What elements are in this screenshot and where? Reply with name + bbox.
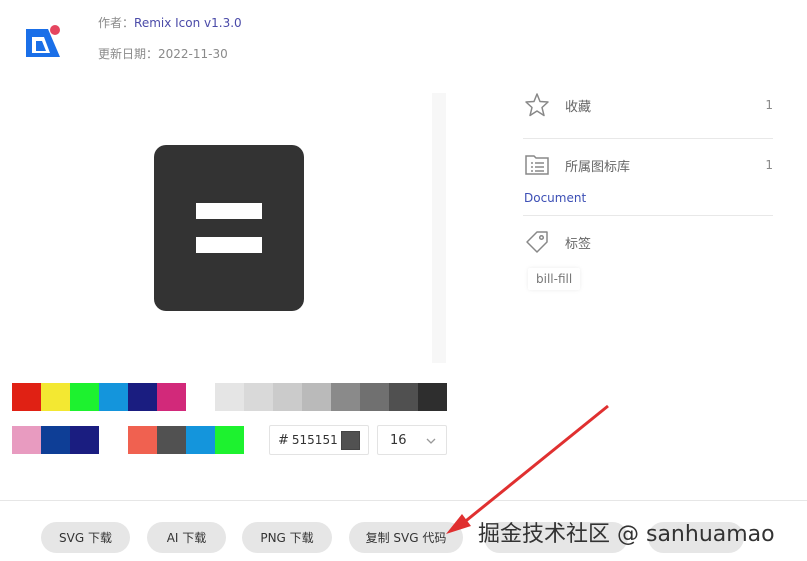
- color-swatch[interactable]: [128, 383, 157, 411]
- color-swatch[interactable]: [389, 383, 418, 411]
- color-swatch[interactable]: [157, 383, 186, 411]
- sidebar-divider: [523, 138, 773, 139]
- author-label: 作者：: [98, 16, 135, 30]
- copy-svg-code-button[interactable]: 复制 SVG 代码: [349, 522, 463, 553]
- favorite-count: 1: [765, 98, 773, 112]
- color-swatch[interactable]: [41, 383, 70, 411]
- color-swatch[interactable]: [99, 383, 128, 411]
- color-swatch[interactable]: [215, 426, 244, 454]
- library-link-document[interactable]: Document: [524, 191, 586, 205]
- color-swatch[interactable]: [186, 383, 215, 411]
- color-swatch[interactable]: [331, 383, 360, 411]
- color-swatch[interactable]: [12, 383, 41, 411]
- color-swatch[interactable]: [273, 383, 302, 411]
- color-swatch[interactable]: [70, 383, 99, 411]
- color-swatch[interactable]: [99, 426, 128, 454]
- color-swatch[interactable]: [302, 383, 331, 411]
- color-palette-row-1: [12, 383, 447, 411]
- png-download-button[interactable]: PNG 下载: [242, 522, 332, 553]
- color-swatch[interactable]: [244, 383, 273, 411]
- tag-chip-bill-fill[interactable]: bill-fill: [528, 268, 581, 290]
- author-link[interactable]: Remix Icon v1.3.0: [134, 16, 242, 30]
- sidebar-divider: [523, 215, 773, 216]
- color-swatch[interactable]: [418, 383, 447, 411]
- library-label: 所属图标库: [565, 159, 631, 175]
- color-swatch[interactable]: [12, 426, 41, 454]
- svg-download-button[interactable]: SVG 下载: [41, 522, 130, 553]
- watermark: 掘金技术社区 @ sanhuamao: [478, 522, 775, 547]
- author-line: 作者：Remix Icon v1.3.0: [98, 14, 242, 31]
- favorite-row[interactable]: 收藏 1: [523, 91, 773, 119]
- tags-label: 标签: [565, 236, 592, 252]
- library-row: 所属图标库 1: [523, 151, 773, 179]
- size-value: 16: [390, 432, 407, 448]
- updated-date: 2022-11-30: [158, 47, 228, 61]
- hex-value[interactable]: 515151: [292, 433, 338, 447]
- updated-label: 更新日期：: [98, 47, 159, 61]
- color-palette-row-2: [12, 426, 244, 454]
- size-select[interactable]: 16: [377, 425, 447, 455]
- favorite-label: 收藏: [565, 99, 592, 115]
- color-preview-chip[interactable]: [341, 431, 360, 450]
- hash-symbol: #: [278, 432, 289, 448]
- ai-download-button[interactable]: AI 下载: [147, 522, 226, 553]
- chevron-down-icon: [426, 438, 436, 444]
- library-count: 1: [765, 158, 773, 172]
- tags-row: 标签: [523, 228, 773, 256]
- color-swatch[interactable]: [360, 383, 389, 411]
- bill-fill-icon: [154, 145, 304, 311]
- star-icon[interactable]: [523, 91, 551, 119]
- updated-line: 更新日期：2022-11-30: [98, 45, 228, 62]
- remix-icon-logo: [26, 25, 60, 57]
- color-swatch[interactable]: [128, 426, 157, 454]
- tag-icon: [526, 231, 548, 253]
- color-swatch[interactable]: [186, 426, 215, 454]
- color-swatch[interactable]: [41, 426, 70, 454]
- color-swatch[interactable]: [215, 383, 244, 411]
- bottom-divider: [0, 500, 807, 501]
- color-swatch[interactable]: [157, 426, 186, 454]
- folder-list-icon: [525, 155, 549, 175]
- color-swatch[interactable]: [70, 426, 99, 454]
- color-hex-input[interactable]: # 515151: [269, 425, 369, 455]
